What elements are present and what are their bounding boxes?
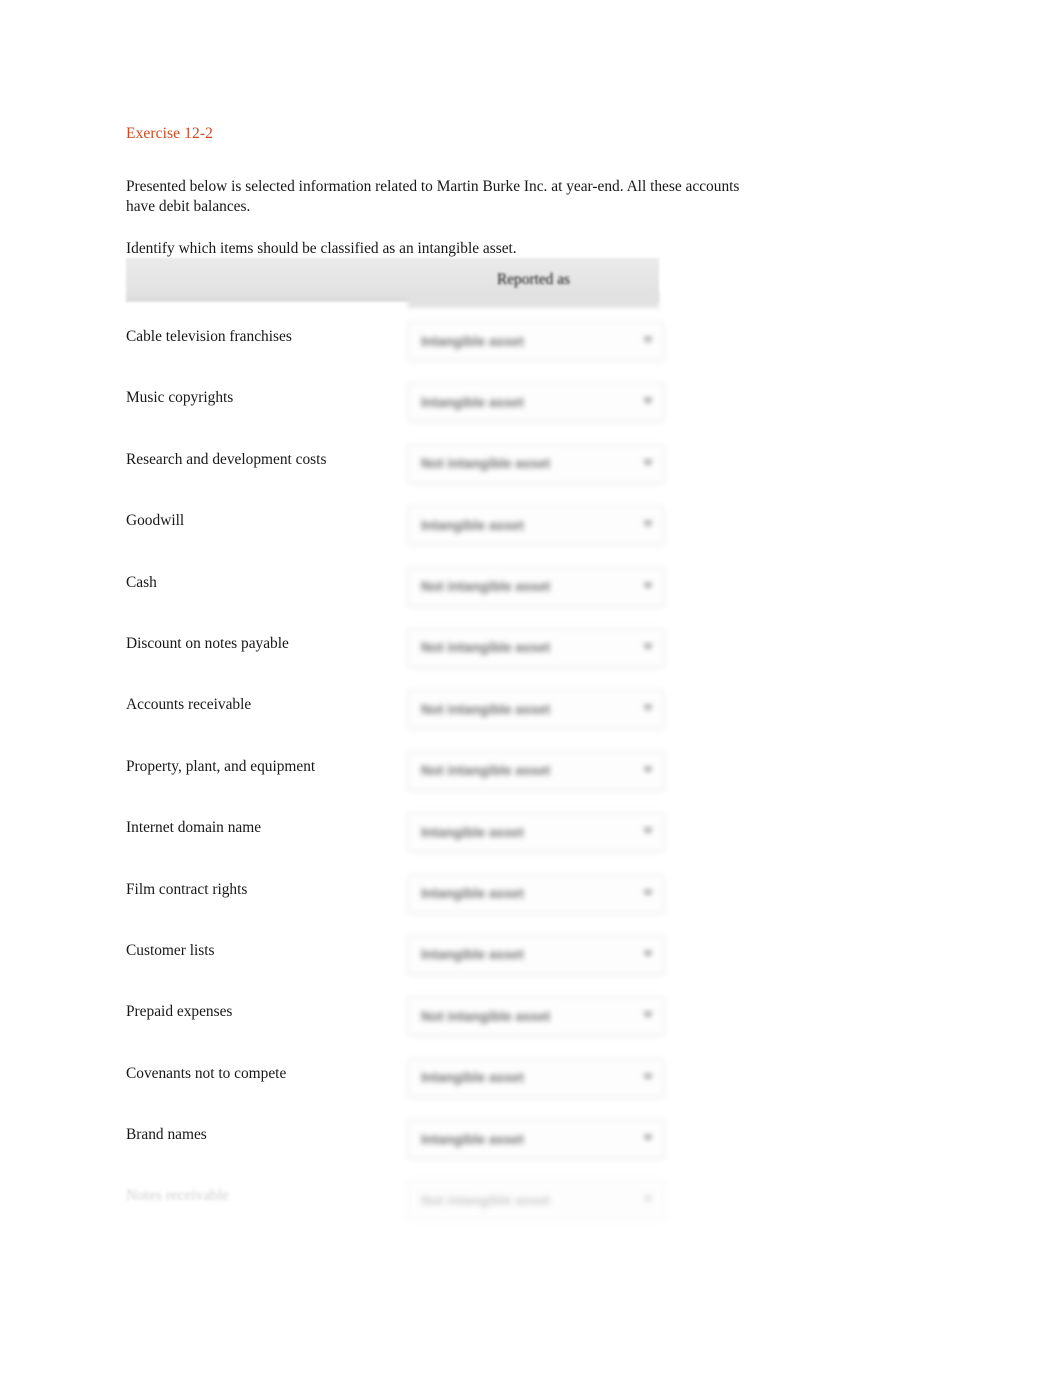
chevron-down-icon[interactable] [643, 337, 653, 343]
dropdown-selected-value: Intangible asset [421, 1070, 524, 1086]
chevron-down-icon[interactable] [643, 643, 653, 650]
reported-as-dropdown[interactable]: Not intangible asset [408, 996, 664, 1037]
dropdown-selected-value: Intangible asset [421, 947, 524, 963]
reported-as-dropdown[interactable]: Not intangible asset [408, 689, 664, 730]
table-row: Cash Not intangible asset [126, 564, 664, 625]
chevron-down-icon[interactable] [643, 828, 653, 835]
table-row: Property, plant, and equipment Not intang… [126, 748, 664, 809]
table-row: Accounts receivable Not intangible asset [126, 686, 664, 747]
table-row: Notes receivable Not intangible asset [126, 1177, 664, 1238]
table-row: Customer lists Intangible asset [126, 932, 664, 993]
reported-as-dropdown[interactable]: Not intangible asset [408, 1180, 664, 1221]
table-header-reported-as: Reported as [496, 271, 571, 288]
row-item-label: Brand names [126, 1126, 207, 1144]
reported-as-dropdown[interactable]: Intangible asset [408, 1057, 664, 1098]
table-row: Research and development costs Not intang… [126, 441, 664, 502]
dropdown-selected-value: Not intangible asset [421, 1008, 551, 1024]
dropdown-selected-value: Intangible asset [421, 824, 524, 840]
page-title: Exercise 12-2 [126, 125, 213, 142]
row-item-label: Music copyrights [126, 389, 234, 407]
table-row: Brand names Intangible asset [126, 1116, 664, 1177]
table-row: Discount on notes payable Not intangible … [126, 625, 664, 686]
dropdown-selected-value: Not intangible asset [421, 1192, 551, 1208]
chevron-down-icon[interactable] [643, 950, 653, 957]
row-item-label: Customer lists [126, 941, 215, 959]
table-row: Cable television franchises Intangible as… [126, 318, 664, 379]
row-item-label: Film contract rights [126, 880, 248, 898]
dropdown-selected-value: Intangible asset [421, 886, 524, 902]
table-row: Internet domain name Intangible asset [126, 809, 664, 870]
dropdown-selected-value: Intangible asset [421, 517, 524, 533]
chevron-down-icon[interactable] [643, 459, 653, 466]
chevron-down-icon[interactable] [643, 1073, 653, 1080]
reported-as-dropdown[interactable]: Intangible asset [408, 382, 664, 423]
row-item-label: Internet domain name [126, 819, 262, 837]
row-item-label: Cable television franchises [126, 328, 292, 345]
reported-as-dropdown[interactable]: Intangible asset [408, 1119, 664, 1160]
reported-as-dropdown[interactable]: Intangible asset [408, 873, 664, 914]
chevron-down-icon[interactable] [643, 766, 653, 773]
table-row: Prepaid expenses Not intangible asset [126, 993, 664, 1054]
exercise-content: Exercise 12-2 Presented below is selecte… [126, 124, 766, 259]
classification-table: Reported as Cable television franchises I… [126, 258, 664, 1239]
chevron-down-icon[interactable] [643, 1196, 653, 1203]
dropdown-selected-value: Not intangible asset [421, 579, 551, 595]
dropdown-selected-value: Intangible asset [421, 333, 524, 349]
reported-as-dropdown[interactable]: Not intangible asset [408, 627, 664, 668]
table-row: Covenants not to compete Intangible asset [126, 1055, 664, 1116]
reported-as-dropdown[interactable]: Not intangible asset [408, 566, 664, 607]
row-item-label: Goodwill [126, 512, 185, 530]
table-row: Goodwill Intangible asset [126, 502, 664, 563]
row-item-label: Cash [126, 573, 157, 591]
reported-as-dropdown[interactable]: Intangible asset [408, 321, 664, 361]
row-item-label: Property, plant, and equipment [126, 757, 316, 775]
chevron-down-icon[interactable] [643, 705, 653, 712]
dropdown-selected-value: Not intangible asset [421, 456, 551, 472]
intro-paragraph: Presented below is selected information … [126, 178, 740, 216]
instruction-paragraph: Identify which items should be classifie… [126, 240, 517, 258]
reported-as-dropdown[interactable]: Not intangible asset [408, 443, 664, 484]
chevron-down-icon[interactable] [643, 521, 653, 528]
table-row: Film contract rights Intangible asset [126, 871, 664, 932]
chevron-down-icon[interactable] [643, 1012, 653, 1019]
row-item-label: Notes receivable [126, 1187, 229, 1205]
chevron-down-icon[interactable] [643, 889, 653, 896]
reported-as-dropdown[interactable]: Not intangible asset [408, 750, 664, 791]
chevron-down-icon[interactable] [643, 582, 653, 589]
dropdown-selected-value: Intangible asset [421, 394, 524, 410]
row-item-label: Prepaid expenses [126, 1003, 233, 1021]
row-item-label: Covenants not to compete [126, 1064, 287, 1082]
dropdown-selected-value: Not intangible asset [421, 640, 551, 656]
dropdown-selected-value: Intangible asset [421, 1131, 524, 1147]
row-item-label: Discount on notes payable [126, 634, 289, 652]
reported-as-dropdown[interactable]: Intangible asset [408, 934, 664, 975]
chevron-down-icon[interactable] [643, 1135, 653, 1142]
dropdown-selected-value: Not intangible asset [421, 763, 551, 779]
row-item-label: Research and development costs [126, 450, 327, 468]
table-row: Music copyrights Intangible asset [126, 379, 664, 440]
reported-as-dropdown[interactable]: Intangible asset [408, 812, 664, 853]
table-header-item-column [126, 258, 408, 302]
table-header-row: Reported as [126, 258, 659, 308]
dropdown-selected-value: Not intangible asset [421, 701, 551, 717]
table-body: Cable television franchises Intangible as… [126, 318, 664, 1239]
row-item-label: Accounts receivable [126, 696, 252, 714]
chevron-down-icon[interactable] [643, 398, 653, 405]
worksheet-page: Exercise 12-2 Presented below is selecte… [0, 0, 1062, 1377]
reported-as-dropdown[interactable]: Intangible asset [408, 505, 664, 546]
